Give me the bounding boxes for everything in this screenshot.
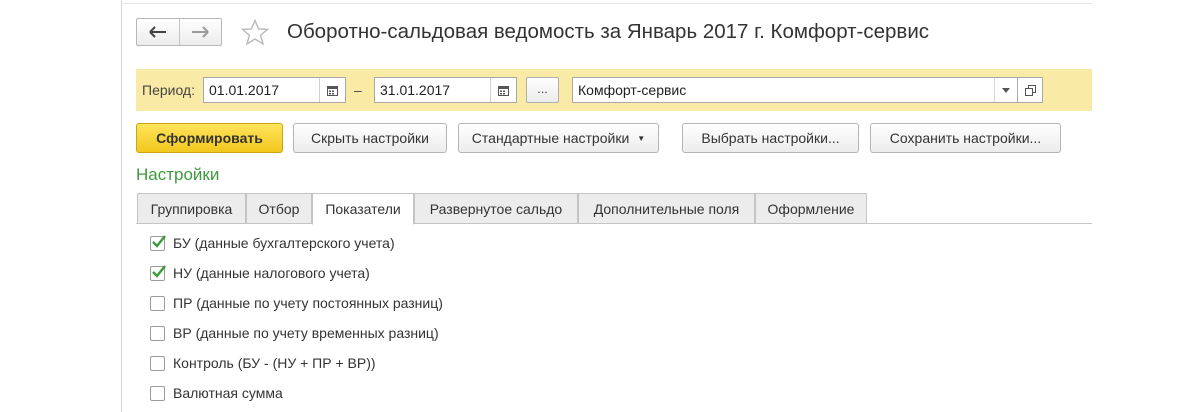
period-start-value: 01.01.2017 — [209, 82, 280, 98]
calendar-button-start[interactable] — [319, 78, 345, 102]
calendar-button-end[interactable] — [490, 78, 516, 102]
organization-value: Комфорт-сервис — [578, 82, 687, 98]
period-separator: – — [354, 82, 362, 98]
organization-dropdown-button[interactable] — [994, 78, 1017, 102]
window-left-border — [121, 0, 122, 412]
organization-open-button[interactable] — [1018, 77, 1043, 103]
page-title: Оборотно-сальдовая ведомость за Январь 2… — [287, 20, 930, 43]
tab-appearance[interactable]: Оформление — [755, 193, 867, 224]
tab-grouping[interactable]: Группировка — [137, 193, 246, 224]
generate-button[interactable]: Сформировать — [136, 123, 283, 153]
indicator-currency-amount[interactable]: Валютная сумма — [150, 384, 283, 402]
favorite-star-icon[interactable] — [241, 19, 269, 46]
checkmark-icon — [152, 264, 166, 278]
window-top-border — [121, 3, 1092, 4]
calendar-icon — [327, 85, 338, 96]
hide-settings-button[interactable]: Скрыть настройки — [293, 123, 447, 153]
choose-settings-button[interactable]: Выбрать настройки... — [682, 123, 859, 153]
checkbox-accounting[interactable] — [150, 234, 166, 251]
organization-field[interactable]: Комфорт-сервис — [572, 77, 1018, 103]
navigation-buttons — [136, 18, 222, 46]
indicator-label: ВР (данные по учету временных разниц) — [173, 325, 439, 341]
period-select-button[interactable]: ... — [526, 77, 559, 103]
tab-additional-fields[interactable]: Дополнительные поля — [578, 193, 755, 224]
arrow-left-icon — [149, 26, 166, 38]
tab-indicators[interactable]: Показатели — [312, 193, 414, 225]
standard-settings-label: Стандартные настройки — [471, 130, 630, 146]
checkbox-tax[interactable] — [150, 264, 166, 281]
indicator-tax[interactable]: НУ (данные налогового учета) — [150, 264, 370, 282]
back-button[interactable] — [137, 19, 179, 45]
standard-settings-button[interactable]: Стандартные настройки ▼ — [458, 123, 659, 153]
arrow-right-icon — [192, 26, 209, 38]
indicator-accounting[interactable]: БУ (данные бухгалтерского учета) — [150, 234, 395, 252]
indicator-label: БУ (данные бухгалтерского учета) — [173, 235, 395, 251]
calendar-icon — [498, 85, 509, 96]
indicator-label: Валютная сумма — [173, 385, 283, 401]
open-window-icon — [1024, 84, 1036, 96]
indicator-label: ПР (данные по учету постоянных разниц) — [173, 295, 443, 311]
checkbox-temporary-diff[interactable] — [150, 325, 165, 341]
settings-title: Настройки — [136, 165, 220, 184]
tab-filter[interactable]: Отбор — [246, 193, 312, 224]
indicator-temporary-diff[interactable]: ВР (данные по учету временных разниц) — [150, 324, 439, 342]
dropdown-caret-icon: ▼ — [637, 133, 646, 143]
checkmark-icon — [152, 234, 166, 248]
period-label: Период: — [142, 82, 195, 98]
chevron-down-icon — [1002, 87, 1010, 93]
save-settings-button[interactable]: Сохранить настройки... — [870, 123, 1061, 153]
period-end-field[interactable]: 31.01.2017 — [374, 77, 517, 103]
forward-button[interactable] — [178, 19, 222, 45]
checkbox-control[interactable] — [150, 355, 165, 371]
indicator-control[interactable]: Контроль (БУ - (НУ + ПР + ВР)) — [150, 354, 376, 372]
indicator-permanent-diff[interactable]: ПР (данные по учету постоянных разниц) — [150, 294, 443, 312]
tab-expanded-balance[interactable]: Развернутое сальдо — [414, 193, 578, 224]
checkbox-permanent-diff[interactable] — [150, 295, 165, 311]
indicator-label: Контроль (БУ - (НУ + ПР + ВР)) — [173, 355, 376, 371]
checkbox-currency-amount[interactable] — [150, 385, 165, 401]
period-start-field[interactable]: 01.01.2017 — [203, 77, 346, 103]
period-end-value: 31.01.2017 — [380, 82, 451, 98]
indicator-label: НУ (данные налогового учета) — [173, 265, 370, 281]
